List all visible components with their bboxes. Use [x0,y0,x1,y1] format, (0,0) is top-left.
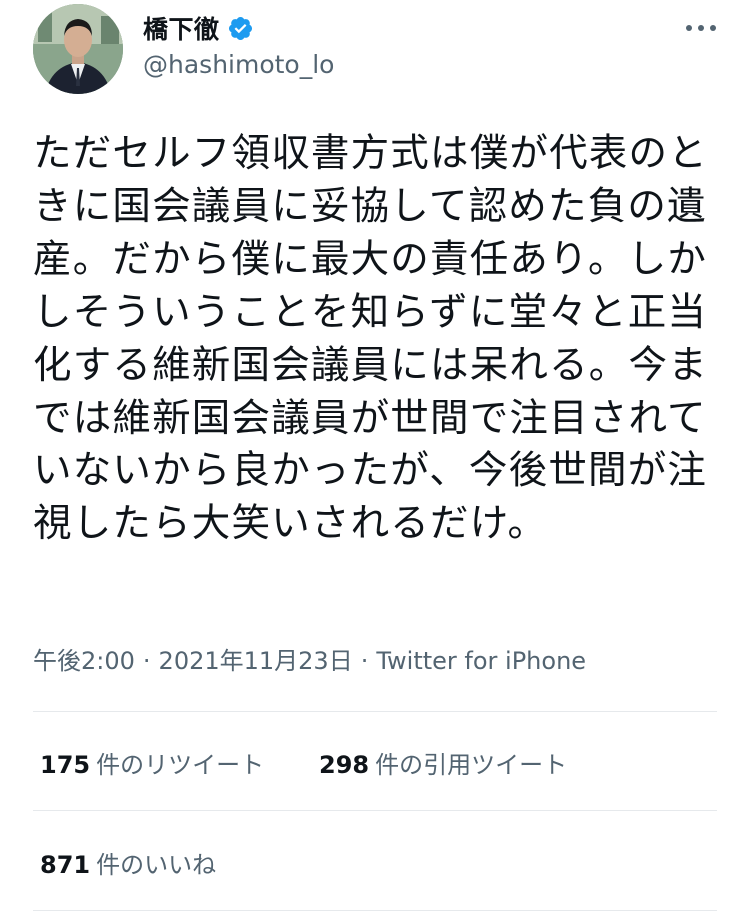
quote-count[interactable]: 298 件の引用ツイート [319,745,567,780]
like-count[interactable]: 871 件のいいね [40,845,216,880]
like-count-number: 871 [40,851,91,879]
tweet-source[interactable]: Twitter for iPhone [376,647,586,675]
tweet-time[interactable]: 午後2:00 [33,647,135,675]
avatar[interactable] [33,4,123,94]
tweet-text: ただセルフ領収書方式は僕が代表のときに国会議員に妥協して認めた負の遺産。だから僕… [33,131,708,547]
more-dots-icon[interactable] [683,16,719,40]
divider [33,910,717,911]
meta-separator: · [360,647,369,675]
quote-count-label: 件の引用ツイート [375,751,568,779]
tweet-date[interactable]: 2021年11月23日 [159,647,353,675]
like-count-label: 件のいいね [96,851,217,879]
author-handle[interactable]: @hashimoto_lo [143,50,334,79]
tweet-meta: 午後2:00 · 2021年11月23日 · Twitter for iPhone [33,641,586,676]
retweet-count[interactable]: 175 件のリツイート [40,745,264,780]
retweet-count-number: 175 [40,751,91,779]
divider [33,810,717,811]
display-name[interactable]: 橋下徹 [143,10,220,46]
verified-badge-icon [228,16,252,40]
retweet-count-label: 件のリツイート [96,751,265,779]
author-name-row: 橋下徹 [143,10,254,46]
tweet-card: 橋下徹 @hashimoto_lo ただセルフ領収書方式は僕が代表のときに国会議… [0,0,750,916]
avatar-photo [33,4,123,94]
quote-count-number: 298 [319,751,370,779]
meta-separator: · [142,647,151,675]
divider [33,711,717,712]
